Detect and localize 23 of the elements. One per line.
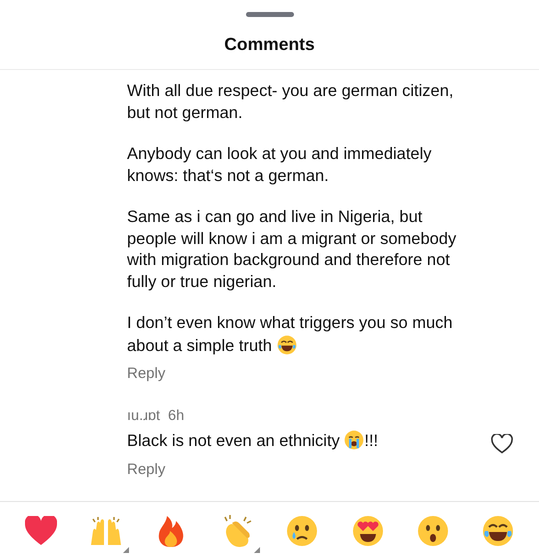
variants-indicator-icon bbox=[254, 547, 260, 553]
comment-text: Anybody can look at you and immediately knows: that‘s not a german. bbox=[127, 144, 433, 186]
sheet-title: Comments bbox=[224, 34, 315, 55]
crying-face-icon bbox=[344, 430, 364, 450]
laughing-face-icon bbox=[482, 515, 514, 547]
heart-icon bbox=[24, 516, 57, 546]
comment-time: 6h bbox=[168, 408, 184, 424]
like-icon[interactable] bbox=[491, 434, 513, 454]
drag-handle[interactable] bbox=[246, 12, 294, 17]
username[interactable]: ıu.ɹɒt bbox=[127, 408, 160, 424]
surprised-face-icon bbox=[416, 515, 449, 547]
reply-link[interactable]: Reply bbox=[127, 365, 166, 382]
heart-eyes-face-icon bbox=[352, 515, 384, 547]
fire-icon bbox=[157, 514, 186, 548]
comment-text: I don’t even know what triggers you so much about a simple truth bbox=[127, 313, 454, 356]
laughing-face-icon bbox=[276, 334, 297, 354]
comment-text: With all due respect- you are german citizen, but not german. bbox=[127, 81, 454, 124]
sad-face-icon bbox=[286, 515, 318, 547]
raised-hands-icon bbox=[89, 515, 124, 547]
variants-indicator-icon bbox=[123, 547, 130, 553]
reply-link[interactable]: Reply bbox=[127, 460, 166, 478]
comment-text: Black is not even an ethnicity !!! bbox=[127, 430, 380, 452]
comment-text: Same as i can go and live in Nigeria, but people will know i am a migrant or somebody with migration background and therefore not fully or true nigerian. bbox=[127, 207, 458, 292]
